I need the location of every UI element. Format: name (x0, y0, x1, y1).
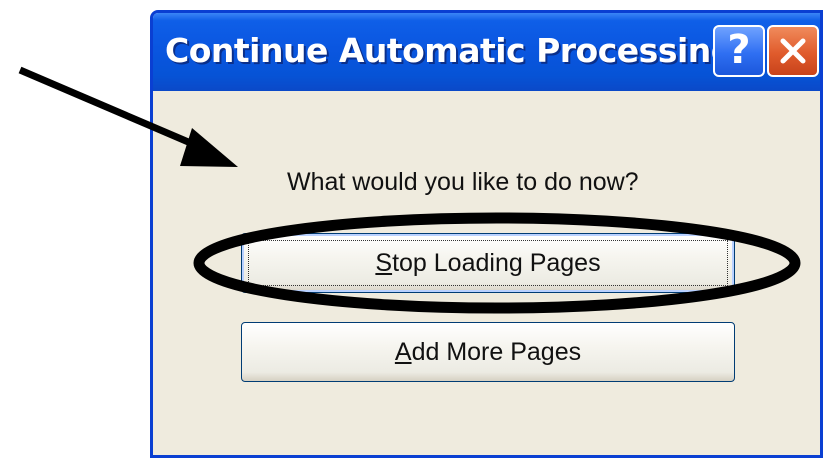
screenshot-stage: Continue Automatic Processing ? What wou… (0, 0, 823, 458)
dialog-title: Continue Automatic Processing (165, 31, 734, 70)
stop-button-accelerator: S (375, 248, 393, 277)
title-bar[interactable]: Continue Automatic Processing ? (153, 13, 820, 91)
add-button-label: dd More Pages (411, 337, 582, 366)
close-button[interactable] (767, 25, 819, 77)
add-button-accelerator: A (394, 337, 412, 366)
add-more-pages-button[interactable]: Add More Pages (241, 322, 735, 382)
help-icon: ? (727, 27, 751, 73)
close-icon (780, 38, 806, 64)
stop-button-label: top Loading Pages (392, 248, 601, 277)
help-button[interactable]: ? (713, 25, 765, 77)
stop-loading-pages-button[interactable]: Stop Loading Pages (241, 233, 735, 293)
continue-processing-dialog: Continue Automatic Processing ? What wou… (150, 10, 823, 458)
prompt-text: What would you like to do now? (287, 168, 639, 196)
